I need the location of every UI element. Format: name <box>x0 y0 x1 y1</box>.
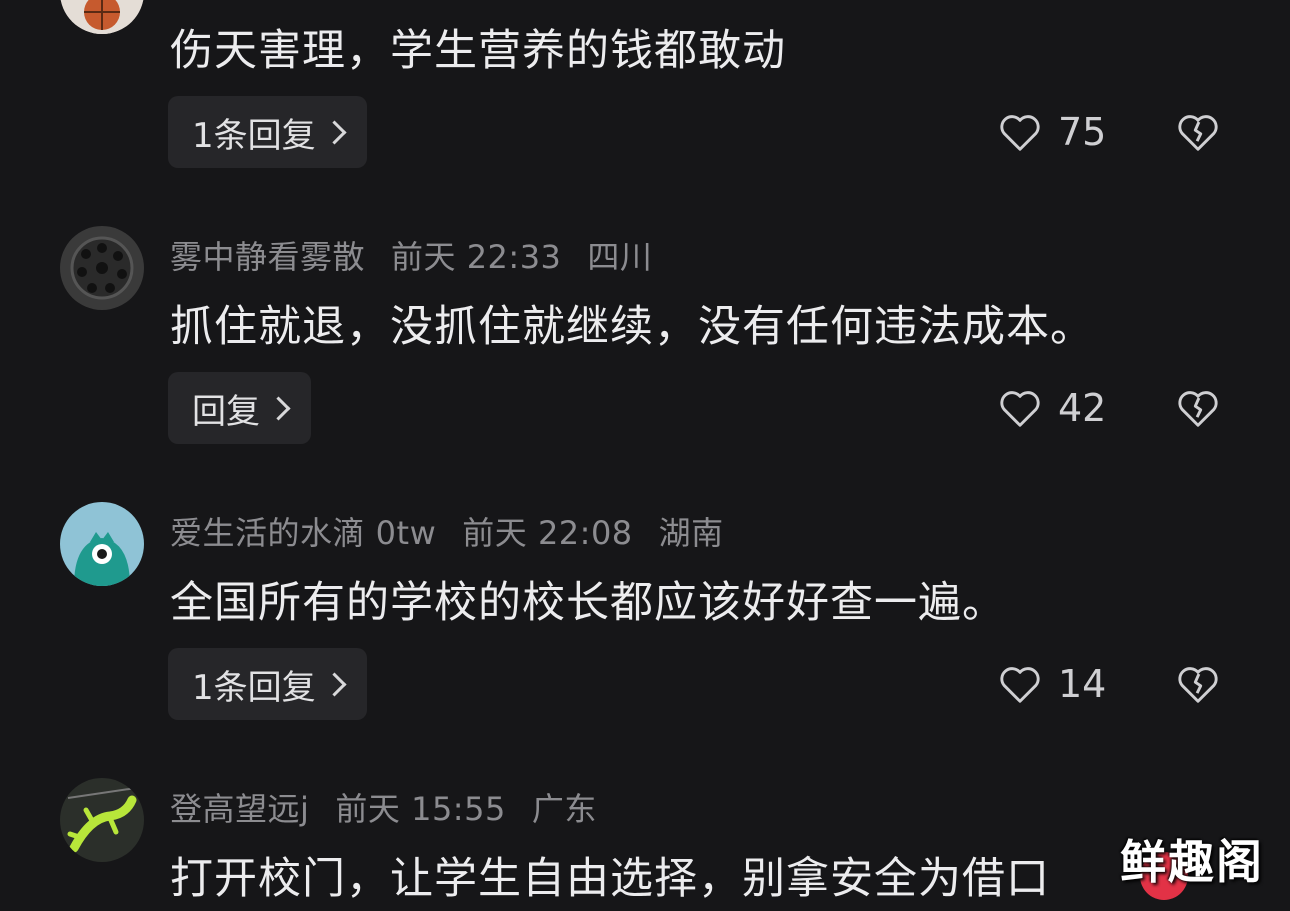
view-replies-button[interactable]: 1条回复 <box>168 648 367 720</box>
basketball-avatar-icon <box>60 0 144 34</box>
avatar[interactable] <box>60 778 144 862</box>
dislike-button[interactable] <box>1176 648 1220 720</box>
dislike-button[interactable] <box>1176 96 1220 168</box>
broken-heart-icon <box>1178 391 1218 427</box>
like-button[interactable]: 14 <box>998 648 1106 720</box>
comment-location: 湖南 <box>658 514 724 552</box>
chevron-right-icon <box>322 671 347 697</box>
view-replies-button[interactable]: 1条回复 <box>168 96 367 168</box>
reply-button[interactable]: 回复 <box>168 372 311 444</box>
comment-text: 打开校门，让学生自由选择，别拿安全为借口 <box>170 854 1050 904</box>
heart-outline-icon <box>1000 115 1040 151</box>
comment-meta: 登高望远j 前天 15:55 广东 <box>170 784 623 830</box>
username[interactable]: 雾中静看雾散 <box>170 238 365 276</box>
comment-time: 前天 22:08 <box>462 514 633 552</box>
reply-label: 1条回复 <box>192 115 316 156</box>
dislike-button[interactable] <box>1176 372 1220 444</box>
avatar[interactable] <box>60 502 144 586</box>
like-count: 14 <box>1058 662 1107 706</box>
like-count: 42 <box>1058 386 1107 430</box>
chevron-right-icon <box>266 395 291 421</box>
like-button[interactable]: 75 <box>998 96 1106 168</box>
chevron-right-icon <box>322 119 347 145</box>
like-count: 75 <box>1058 110 1107 154</box>
username[interactable]: 登高望远j <box>170 790 309 828</box>
username[interactable]: 爱生活的水滴 0tw <box>170 514 436 552</box>
heart-outline-icon <box>1000 667 1040 703</box>
gecko-avatar-icon <box>60 778 144 862</box>
heart-outline-icon <box>1000 391 1040 427</box>
comment-time: 前天 22:33 <box>391 238 562 276</box>
comment-text: 全国所有的学校的校长都应该好好查一遍。 <box>170 578 1006 628</box>
reply-label: 回复 <box>192 391 260 432</box>
comment-location: 广东 <box>531 790 597 828</box>
reply-label: 1条回复 <box>192 667 316 708</box>
comment-meta: 爱生活的水滴 0tw 前天 22:08 湖南 <box>170 508 750 554</box>
like-button[interactable]: 42 <box>998 372 1106 444</box>
comment-time: 前天 15:55 <box>335 790 506 828</box>
avatar[interactable] <box>60 226 144 310</box>
avatar[interactable] <box>60 0 144 34</box>
comment-text: 抓住就退，没抓住就继续，没有任何违法成本。 <box>170 302 1094 352</box>
broken-heart-icon <box>1178 667 1218 703</box>
comment-text: 伤天害理，学生营养的钱都敢动 <box>170 26 786 76</box>
comment-meta: 雾中静看雾散 前天 22:33 四川 <box>170 232 678 278</box>
cartoon-monster-avatar-icon <box>60 502 144 586</box>
watermark: 鲜趣阁 <box>1120 835 1264 889</box>
speaker-avatar-icon <box>60 226 144 310</box>
comment-location: 四川 <box>587 238 653 276</box>
broken-heart-icon <box>1178 115 1218 151</box>
